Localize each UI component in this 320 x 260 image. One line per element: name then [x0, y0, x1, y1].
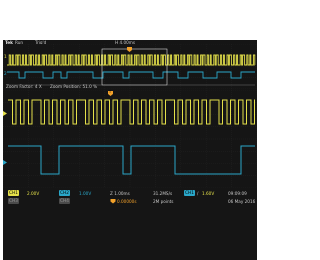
ch2-label-badge[interactable]: CH2: [59, 190, 70, 196]
trigger-slope-icon: /: [197, 190, 199, 196]
zoom-factor-readout: Zoom Factor: 4 X: [6, 84, 42, 89]
zoom-position-readout: Zoom Position: 51.0 %: [50, 84, 98, 89]
trigger-delay-icon: [110, 199, 116, 204]
ch4-label-badge[interactable]: CH4: [59, 198, 70, 204]
overview-ch1-marker[interactable]: 1: [4, 54, 7, 59]
sample-rate-readout: 31.2MS/s: [153, 190, 173, 196]
overview-ch2-marker[interactable]: 2: [4, 71, 7, 76]
zoom-time-scale-readout: Z 1.00ms: [110, 190, 130, 196]
overview-waveform-window: [3, 44, 257, 89]
oscilloscope-screen: Tek Run Trig'd H 4.00ms 1 2 Zoom Factor:…: [3, 40, 257, 260]
trigger-level-readout: 1.60V: [202, 190, 215, 196]
trigger-source-badge[interactable]: CH1: [184, 190, 195, 196]
zoom-trigger-letter: T: [109, 90, 112, 94]
trigger-delay-readout: 0.00000s: [117, 198, 137, 204]
ch1-label-badge[interactable]: CH1: [8, 190, 19, 196]
ch2-scale-readout: 1.00V: [79, 190, 92, 196]
zoomed-waveform-window: [3, 90, 257, 188]
clock-date-readout: 06 May 2016: [228, 198, 256, 204]
overview-ch1-trace: [7, 54, 256, 66]
record-length-readout: 2M points: [153, 198, 174, 204]
oscilloscope-screenshot: Tek Run Trig'd H 4.00ms 1 2 Zoom Factor:…: [0, 0, 259, 260]
ch3-label-badge[interactable]: CH3: [8, 198, 19, 204]
clock-time-readout: 09:09:09: [228, 190, 247, 196]
ch1-scale-readout: 2.00V: [27, 190, 40, 196]
